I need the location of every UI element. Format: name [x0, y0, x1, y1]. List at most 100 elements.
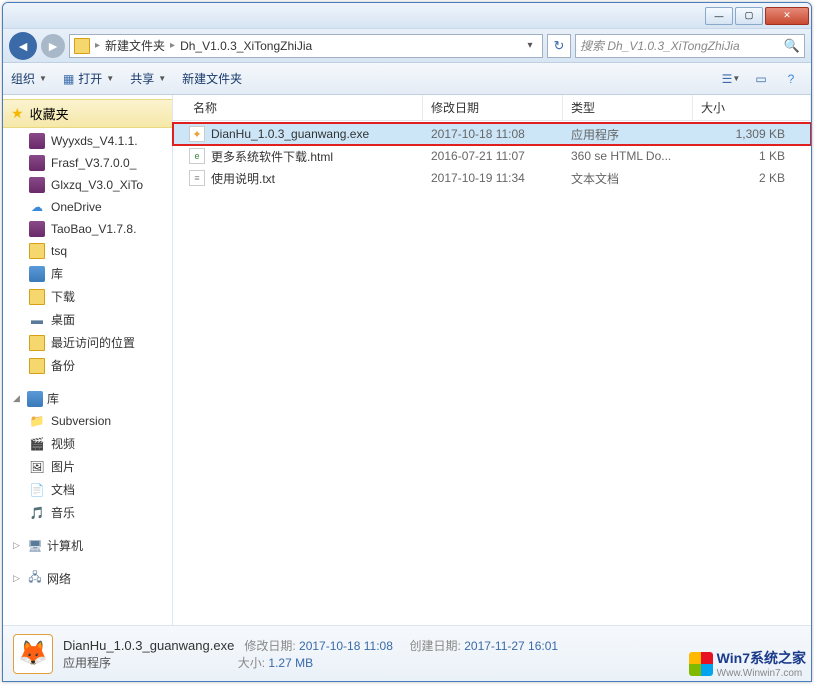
computer-icon: 🖥	[27, 538, 43, 554]
minimize-button[interactable]: —	[705, 7, 733, 25]
breadcrumb-segment[interactable]: Dh_V1.0.3_XiTongZhiJia	[180, 39, 312, 53]
favorites-header[interactable]: ★ 收藏夹	[3, 99, 172, 128]
libraries-header[interactable]: ◢ 库	[3, 387, 172, 410]
column-size[interactable]: 大小	[693, 95, 811, 120]
forward-button[interactable]: ►	[41, 34, 65, 58]
file-icon: ✦	[189, 126, 205, 142]
file-size: 1 KB	[693, 149, 793, 163]
sidebar-item-label: Glxzq_V3.0_XiTo	[51, 178, 143, 192]
maximize-button[interactable]: ▢	[735, 7, 763, 25]
chevron-down-icon: ▼	[39, 74, 47, 83]
file-type: 文本文档	[563, 170, 693, 187]
file-row[interactable]: ≡ 使用说明.txt 2017-10-19 11:34文本文档2 KB	[173, 167, 811, 189]
breadcrumb[interactable]: ▸ 新建文件夹 ▸ Dh_V1.0.3_XiTongZhiJia ▾	[69, 34, 543, 58]
file-name: DianHu_1.0.3_guanwang.exe	[211, 127, 369, 141]
file-icon: e	[189, 148, 205, 164]
sidebar-item-label: 视频	[51, 435, 75, 452]
file-row[interactable]: e 更多系统软件下载.html 2016-07-21 11:07360 se HTM…	[173, 145, 811, 167]
navigation-sidebar[interactable]: ★ 收藏夹 Wyyxds_V4.1.1. Frasf_V3.7.0.0_ Glxzq…	[3, 95, 173, 625]
help-button[interactable]: ?	[779, 69, 803, 89]
sidebar-item[interactable]: Frasf_V3.7.0.0_	[3, 152, 172, 174]
sidebar-item[interactable]: ☁OneDrive	[3, 196, 172, 218]
toolbar: 组织▼ ▦打开▼ 共享▼ 新建文件夹 ☰▼ ▭ ?	[3, 63, 811, 95]
details-filetype: 应用程序	[63, 656, 111, 670]
sidebar-item[interactable]: 🎬视频	[3, 432, 172, 455]
column-name[interactable]: 名称	[173, 95, 423, 120]
file-row[interactable]: ✦ DianHu_1.0.3_guanwang.exe 2017-10-18 11:…	[173, 123, 811, 145]
open-menu[interactable]: ▦打开▼	[63, 70, 114, 87]
sidebar-item[interactable]: 🖼图片	[3, 455, 172, 478]
sidebar-item[interactable]: TaoBao_V1.7.8.	[3, 218, 172, 240]
star-icon: ★	[11, 105, 24, 122]
sidebar-item[interactable]: Glxzq_V3.0_XiTo	[3, 174, 172, 196]
breadcrumb-dropdown-icon[interactable]: ▾	[522, 40, 538, 51]
item-icon	[29, 177, 45, 193]
explorer-window: — ▢ ✕ ◄ ► ▸ 新建文件夹 ▸ Dh_V1.0.3_XiTongZhiJ…	[2, 2, 812, 682]
chevron-right-icon: ▸	[92, 40, 103, 51]
column-date[interactable]: 修改日期	[423, 95, 563, 120]
content-area: ★ 收藏夹 Wyyxds_V4.1.1. Frasf_V3.7.0.0_ Glxzq…	[3, 95, 811, 625]
item-icon: ▬	[29, 312, 45, 328]
breadcrumb-segment[interactable]: 新建文件夹	[105, 37, 165, 54]
sidebar-item[interactable]: Wyyxds_V4.1.1.	[3, 130, 172, 152]
sidebar-item[interactable]: 📄 文档	[3, 478, 172, 501]
back-button[interactable]: ◄	[9, 32, 37, 60]
file-date: 2017-10-19 11:34	[423, 171, 563, 185]
sidebar-item-label: Subversion	[51, 414, 111, 428]
file-name: 更多系统软件下载.html	[211, 148, 333, 165]
sidebar-item-label: 最近访问的位置	[51, 334, 135, 351]
column-headers: 名称 修改日期 类型 大小	[173, 95, 811, 121]
file-large-icon: 🦊	[13, 634, 53, 674]
chevron-down-icon: ▼	[158, 74, 166, 83]
close-button[interactable]: ✕	[765, 7, 809, 25]
file-icon: ≡	[189, 170, 205, 186]
file-date: 2017-10-18 11:08	[423, 127, 563, 141]
file-type: 360 se HTML Do...	[563, 149, 693, 163]
file-size: 2 KB	[693, 171, 793, 185]
sidebar-item-label: 文档	[51, 481, 75, 498]
sidebar-item-label: OneDrive	[51, 200, 102, 214]
sidebar-item[interactable]: 📁 Subversion	[3, 410, 172, 432]
item-icon	[29, 289, 45, 305]
item-icon: 📁	[29, 413, 45, 429]
item-icon: 🖼	[29, 459, 45, 475]
network-icon: 🖧	[27, 571, 43, 587]
titlebar: — ▢ ✕	[3, 3, 811, 29]
share-menu[interactable]: 共享▼	[130, 70, 166, 87]
refresh-button[interactable]: ↻	[547, 34, 571, 58]
sidebar-item[interactable]: 备份	[3, 354, 172, 377]
organize-menu[interactable]: 组织▼	[11, 70, 47, 87]
item-icon	[29, 133, 45, 149]
expand-icon: ▷	[13, 540, 23, 551]
sidebar-item[interactable]: 🎵音乐	[3, 501, 172, 524]
windows-logo-icon	[689, 652, 713, 676]
item-icon: 🎵	[29, 505, 45, 521]
sidebar-item[interactable]: 库	[3, 262, 172, 285]
view-options-button[interactable]: ☰▼	[719, 69, 743, 89]
column-type[interactable]: 类型	[563, 95, 693, 120]
file-date: 2016-07-21 11:07	[423, 149, 563, 163]
file-name: 使用说明.txt	[211, 170, 275, 187]
network-header[interactable]: ▷ 🖧 网络	[3, 567, 172, 590]
sidebar-item-label: 库	[51, 265, 63, 282]
watermark: Win7系统之家 Www.Winwin7.com	[689, 648, 806, 679]
item-icon	[29, 335, 45, 351]
computer-header[interactable]: ▷ 🖥 计算机	[3, 534, 172, 557]
sidebar-item[interactable]: tsq	[3, 240, 172, 262]
file-list[interactable]: ✦ DianHu_1.0.3_guanwang.exe 2017-10-18 11:…	[173, 121, 811, 625]
item-icon: 📄	[29, 482, 45, 498]
item-icon	[29, 155, 45, 171]
sidebar-item-label: Wyyxds_V4.1.1.	[51, 134, 138, 148]
item-icon	[29, 358, 45, 374]
preview-pane-button[interactable]: ▭	[749, 69, 773, 89]
new-folder-button[interactable]: 新建文件夹	[182, 70, 242, 87]
expand-icon: ◢	[13, 393, 23, 404]
file-type: 应用程序	[563, 126, 693, 143]
library-icon	[27, 391, 43, 407]
sidebar-item-label: tsq	[51, 244, 67, 258]
sidebar-item[interactable]: 最近访问的位置	[3, 331, 172, 354]
sidebar-item[interactable]: ▬桌面	[3, 308, 172, 331]
search-input[interactable]: 搜索 Dh_V1.0.3_XiTongZhiJia 🔍	[575, 34, 805, 58]
item-icon	[29, 243, 45, 259]
sidebar-item[interactable]: 下载	[3, 285, 172, 308]
